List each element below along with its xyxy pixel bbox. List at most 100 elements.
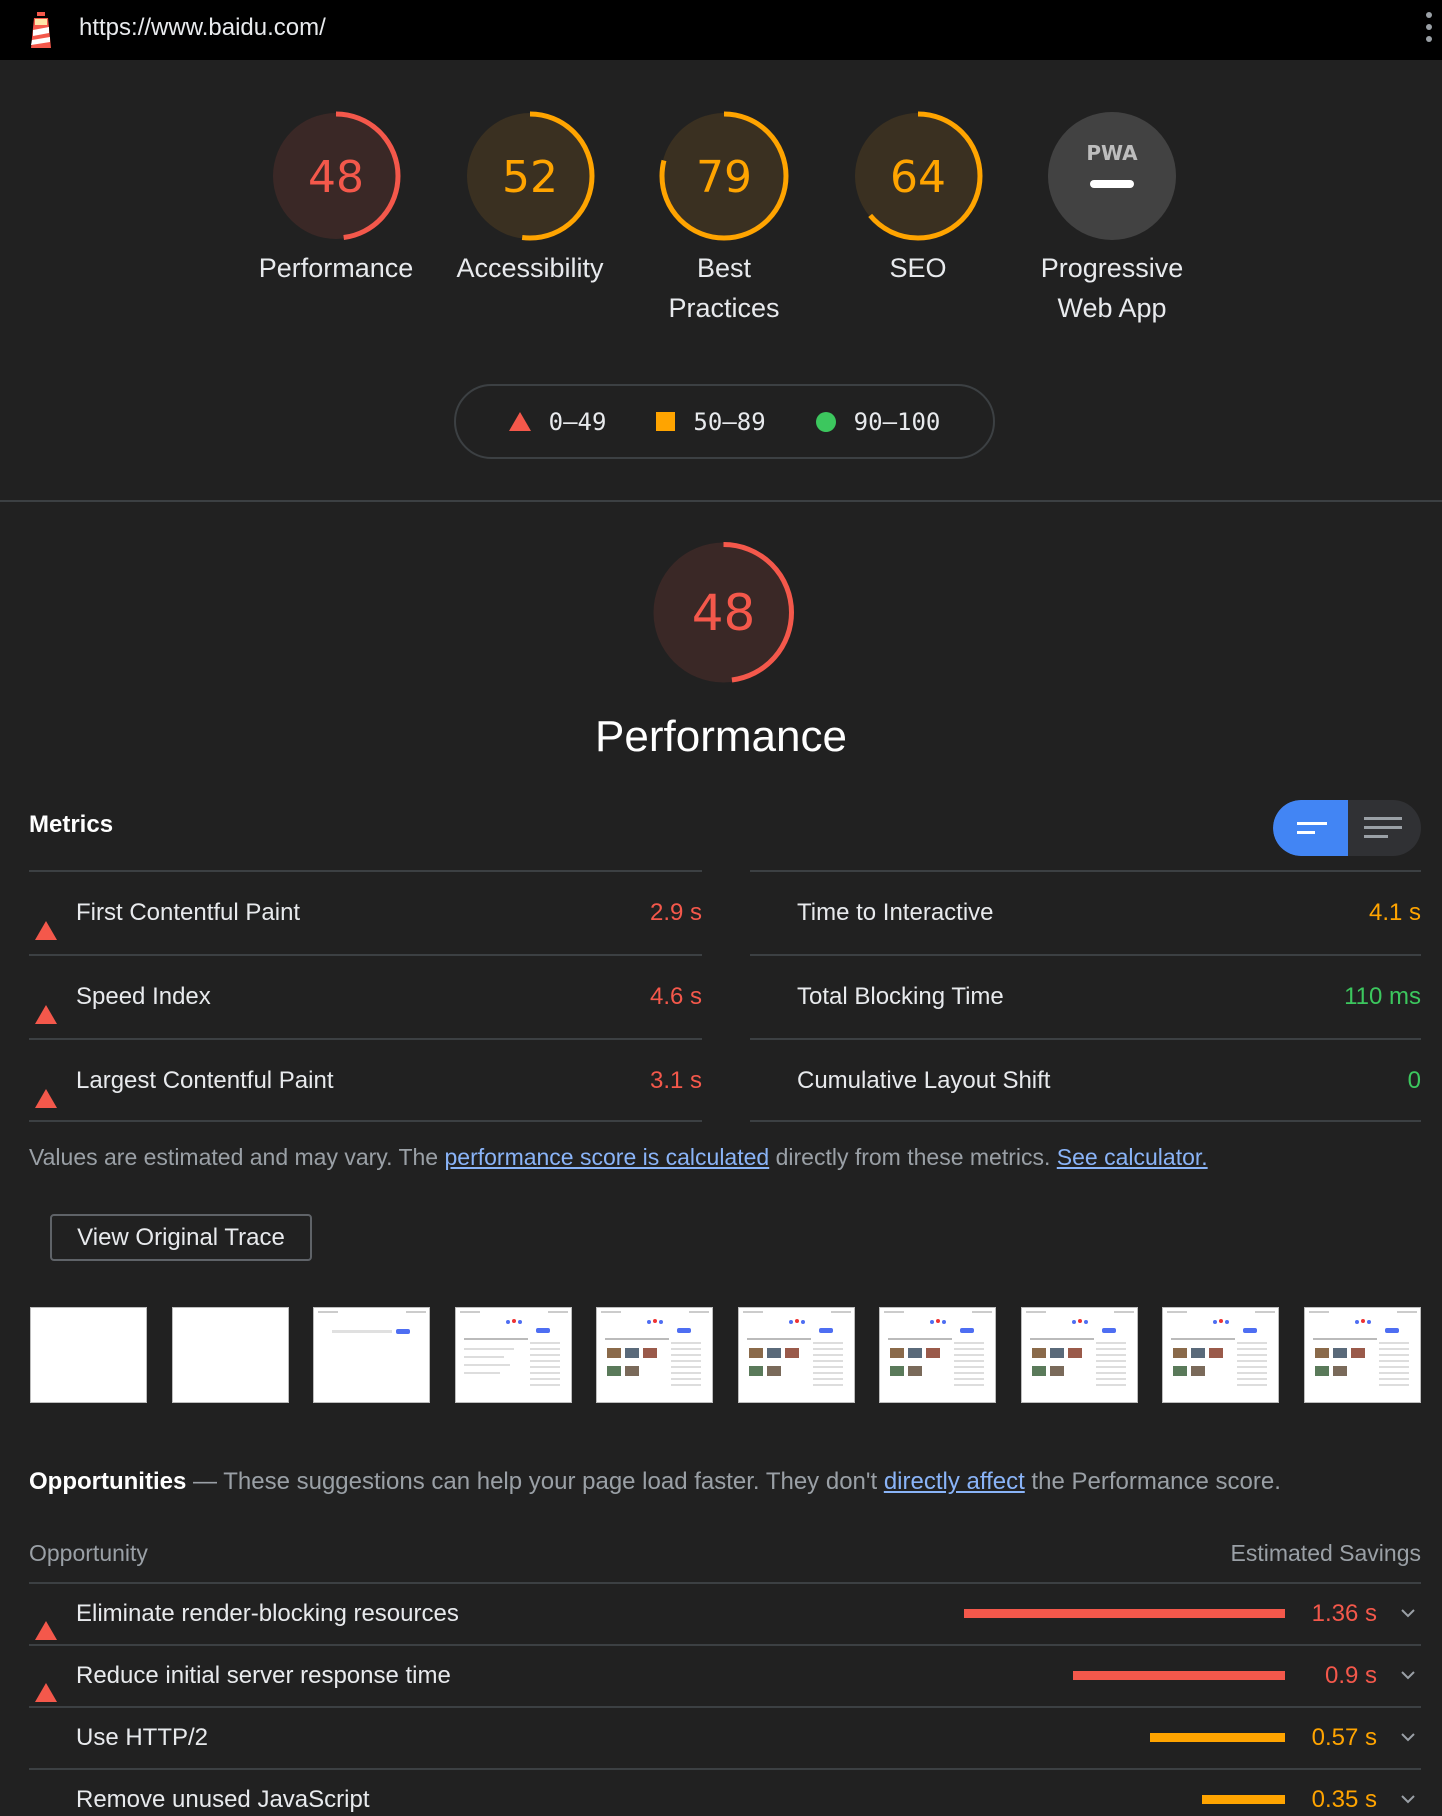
pwa-dash-icon (1090, 180, 1134, 188)
metrics-note: Values are estimated and may vary. The p… (29, 1144, 1208, 1171)
opportunities-desc-2: the Performance score. (1024, 1468, 1281, 1495)
compact-lines-icon (1297, 822, 1327, 834)
score-legend: 0–49 50–89 90–100 (454, 384, 995, 459)
metric-time-to-interactive: Time to Interactive 4.1 s (750, 870, 1421, 954)
performance-score-gauge: 48 (651, 540, 796, 685)
more-menu-icon[interactable] (1424, 12, 1434, 48)
metric-value: 2.9 s (649, 899, 702, 926)
metric-first-contentful-paint: First Contentful Paint 2.9 s (29, 870, 702, 954)
opportunity-name: Reduce initial server response time (76, 1662, 451, 1689)
opportunity-row[interactable]: Remove unused JavaScript 0.35 s (29, 1768, 1421, 1816)
opportunity-row[interactable]: Reduce initial server response time 0.9 s (29, 1644, 1421, 1706)
filmstrip-frame (879, 1307, 996, 1403)
report-topbar: https://www.baidu.com/ (0, 0, 1442, 60)
metric-value: 0 (1407, 1067, 1421, 1094)
opportunity-column-label: Opportunity (29, 1540, 148, 1566)
performance-score-value: 48 (692, 584, 756, 642)
savings-column-label: Estimated Savings (1230, 1540, 1421, 1566)
metrics-heading: Metrics (29, 811, 114, 838)
metric-cumulative-layout-shift: Cumulative Layout Shift 0 (750, 1038, 1421, 1122)
gauge-accessibility[interactable]: 52 Accessibility (440, 110, 620, 288)
gauge-best-practices[interactable]: 79 Best Practices (634, 110, 814, 328)
metric-name: Total Blocking Time (797, 983, 1004, 1010)
filmstrip-frame (454, 1307, 572, 1403)
score-value: 52 (502, 152, 558, 203)
savings-bar (1072, 1671, 1285, 1680)
note-text-1: Values are estimated and may vary. The (29, 1144, 445, 1170)
metrics-view-toggle[interactable] (1273, 800, 1421, 856)
directly-affect-link[interactable]: directly affect (884, 1468, 1025, 1495)
page-url: https://www.baidu.com/ (79, 14, 326, 41)
gauge-label: Performance (258, 253, 414, 283)
metrics-column-right: Time to Interactive 4.1 s Total Blocking T… (750, 870, 1421, 1122)
metric-name: Cumulative Layout Shift (797, 1067, 1051, 1094)
filmstrip-frame (596, 1307, 713, 1403)
see-calculator-link[interactable]: See calculator. (1057, 1144, 1208, 1170)
circle-icon (815, 411, 836, 432)
score-value: 64 (890, 152, 946, 203)
metrics-column-left: First Contentful Paint 2.9 s Speed Index 4.… (29, 870, 702, 1122)
opportunity-status (35, 1604, 57, 1640)
savings-bar (1150, 1733, 1285, 1742)
filmstrip-frame (1020, 1307, 1138, 1403)
opportunity-row[interactable]: Use HTTP/2 0.57 s (29, 1706, 1421, 1768)
opportunities-columns: Opportunity Estimated Savings (29, 1540, 1421, 1567)
opportunity-status (35, 1666, 57, 1702)
lighthouse-logo-icon (31, 12, 51, 48)
opportunities-header: Opportunities — These suggestions can he… (29, 1468, 1281, 1496)
savings-value: 0.9 s (1324, 1662, 1377, 1689)
section-divider (0, 500, 1442, 502)
legend-fail: 0–49 (508, 407, 607, 436)
filmstrip-frame (171, 1307, 289, 1403)
pwa-badge-text: PWA (1086, 141, 1138, 165)
metric-status (35, 904, 57, 940)
metric-total-blocking-time: Total Blocking Time 110 ms (750, 954, 1421, 1038)
fail-triangle-icon (35, 1666, 57, 1702)
chevron-down-icon[interactable] (1401, 1668, 1415, 1682)
savings-value: 0.57 s (1311, 1724, 1377, 1751)
metric-value: 4.6 s (649, 983, 702, 1010)
score-calculated-link[interactable]: performance score is calculated (444, 1144, 769, 1170)
metric-status (35, 1072, 57, 1108)
metric-status (35, 988, 57, 1024)
filmstrip-frame (313, 1307, 430, 1403)
expanded-lines-icon[interactable] (1364, 815, 1404, 843)
metric-speed-index: Speed Index 4.6 s (29, 954, 702, 1038)
fail-triangle-icon (35, 1604, 57, 1640)
metric-value: 110 ms (1344, 983, 1421, 1010)
filmstrip-frame (737, 1307, 855, 1403)
chevron-down-icon[interactable] (1401, 1606, 1415, 1620)
filmstrip-frame (1162, 1307, 1279, 1403)
legend-fail-label: 0–49 (548, 407, 607, 436)
view-original-trace-button[interactable]: View Original Trace (50, 1214, 312, 1261)
gauge-seo[interactable]: 64 SEO (828, 110, 1008, 288)
opportunities-dash: — (186, 1468, 224, 1495)
gauge-performance[interactable]: 48 Performance (246, 110, 426, 288)
legend-pass-label: 90–100 (853, 407, 941, 436)
filmstrip-frame (1303, 1307, 1421, 1403)
opportunity-name: Eliminate render-blocking resources (76, 1600, 459, 1627)
square-icon (656, 412, 676, 431)
performance-title: Performance (595, 712, 847, 761)
fail-triangle-icon (35, 1072, 57, 1108)
savings-value: 0.35 s (1311, 1786, 1377, 1813)
metric-name: Time to Interactive (797, 899, 994, 926)
score-value: 79 (696, 152, 752, 203)
savings-value: 1.36 s (1311, 1600, 1377, 1627)
legend-average: 50–89 (656, 407, 766, 436)
note-text-2: directly from these metrics. (769, 1144, 1057, 1170)
gauge-label: Accessibility (456, 253, 604, 283)
metric-name: First Contentful Paint (76, 899, 301, 926)
metric-value: 3.1 s (649, 1067, 702, 1094)
fail-triangle-icon (35, 988, 57, 1024)
opportunity-row[interactable]: Eliminate render-blocking resources 1.36 … (29, 1582, 1421, 1644)
chevron-down-icon[interactable] (1401, 1792, 1415, 1806)
savings-bar (1202, 1795, 1285, 1804)
metric-name: Speed Index (76, 983, 211, 1010)
legend-average-label: 50–89 (693, 407, 766, 436)
chevron-down-icon[interactable] (1401, 1730, 1415, 1744)
gauge-progressive-web-app[interactable]: PWA Progressive Web App (1022, 110, 1202, 328)
metric-name: Largest Contentful Paint (76, 1067, 334, 1094)
triangle-icon (508, 412, 531, 431)
metric-value: 4.1 s (1368, 899, 1421, 926)
